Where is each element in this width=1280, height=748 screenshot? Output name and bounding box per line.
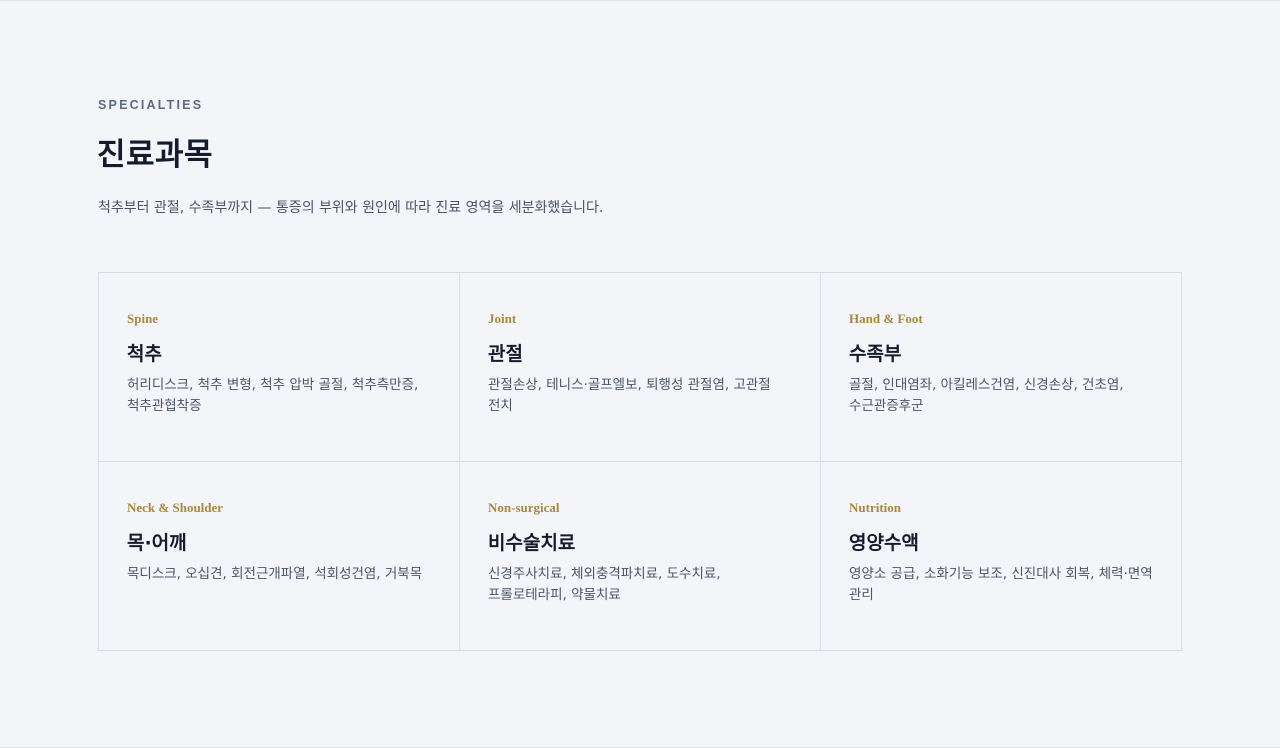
card-description: 허리디스크, 척추 변형, 척추 압박 골절, 척추측만증, 척추관협착증: [127, 377, 419, 414]
card-description: 관절손상, 테니스·골프엘보, 퇴행성 관절염, 고관절 전치: [488, 377, 771, 414]
card-title: 관절: [488, 343, 523, 365]
card-title: 척추: [127, 343, 162, 365]
card-title: 영양수액: [849, 532, 919, 554]
card-description: 신경주사치료, 체외충격파치료, 도수치료, 프롤로테라피, 약물치료: [488, 566, 721, 603]
specialty-card-spine[interactable]: Spine 척추 허리디스크, 척추 변형, 척추 압박 골절, 척추측만증, …: [99, 273, 460, 462]
card-description: 골절, 인대염좌, 아킬레스건염, 신경손상, 건초염, 수근관증후군: [849, 377, 1124, 414]
card-description: 영양소 공급, 소화기능 보조, 신진대사 회복, 체력·면역 관리: [849, 566, 1153, 603]
card-title: 수족부: [849, 343, 902, 365]
section-eyebrow: SPECIALTIES: [98, 98, 204, 112]
specialty-card-nutrition[interactable]: Nutrition 영양수액 영양소 공급, 소화기능 보조, 신진대사 회복,…: [821, 462, 1181, 650]
specialty-card-joint[interactable]: Joint 관절 관절손상, 테니스·골프엘보, 퇴행성 관절염, 고관절 전치: [460, 273, 821, 462]
card-eyebrow: Hand & Foot: [849, 311, 923, 326]
specialty-card-neck-shoulder[interactable]: Neck & Shoulder 목·어깨 목디스크, 오십견, 회전근개파열, …: [99, 462, 460, 650]
card-eyebrow: Joint: [488, 311, 517, 326]
card-eyebrow: Neck & Shoulder: [127, 500, 224, 515]
section-intro: 척추부터 관절, 수족부까지 — 통증의 부위와 원인에 따라 진료 영역을 세…: [98, 200, 604, 216]
card-eyebrow: Non-surgical: [488, 500, 560, 515]
card-eyebrow: Spine: [127, 311, 159, 326]
top-divider: [0, 0, 1280, 1]
specialty-card-hand-foot[interactable]: Hand & Foot 수족부 골절, 인대염좌, 아킬레스건염, 신경손상, …: [821, 273, 1181, 462]
section-title: 진료과목: [97, 137, 214, 173]
card-title: 비수술치료: [488, 532, 576, 554]
card-description: 목디스크, 오십견, 회전근개파열, 석회성건염, 거북목: [127, 566, 423, 582]
card-eyebrow: Nutrition: [849, 500, 901, 515]
specialty-card-non-surgical[interactable]: Non-surgical 비수술치료 신경주사치료, 체외충격파치료, 도수치료…: [460, 462, 821, 650]
specialties-grid: Spine 척추 허리디스크, 척추 변형, 척추 압박 골절, 척추측만증, …: [98, 272, 1182, 651]
card-title: 목·어깨: [127, 532, 187, 554]
